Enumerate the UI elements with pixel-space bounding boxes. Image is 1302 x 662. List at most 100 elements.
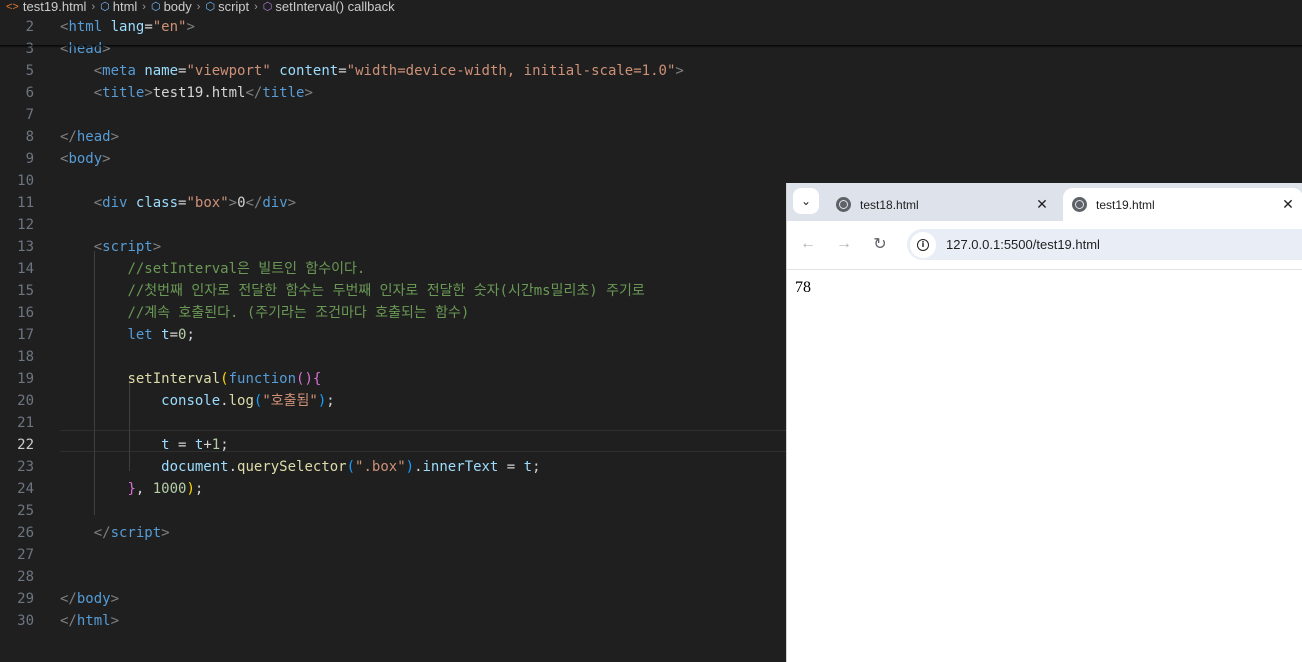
line-code: document.querySelector(".box").innerText… [60,456,541,478]
line-number: 23 [17,459,34,475]
code-line[interactable]: 3 <head> [0,38,1302,60]
code-line[interactable]: 7 [0,104,1302,126]
page-viewport: 78 [787,270,1302,662]
code-token: 1000 [152,481,187,497]
line-code: <meta name="viewport" content="width=dev… [60,60,684,82]
code-line[interactable]: 8 </head> [0,126,1302,148]
back-button[interactable]: ← [797,233,819,255]
line-number: 18 [17,349,34,365]
breadcrumb-file[interactable]: <> test19.html [0,0,86,14]
line-code: //첫번째 인자로 전달한 함수는 두번째 인자로 전달한 숫자(시간ms밀리초… [60,280,644,302]
tab-title: test18.html [860,197,919,212]
line-code: </html> [60,610,119,632]
globe-icon [836,197,851,212]
code-token: test19.html [152,85,246,101]
line-number: 13 [17,239,34,255]
cube-icon: ⬡ [262,1,273,13]
code-token: </ [245,195,263,211]
breadcrumb: <> test19.html › ⬡ html › ⬡ body › ⬡ scr… [0,0,1302,14]
browser-window: ⌄ test18.html ✕ test19.html ✕ ← → ↻ i 12… [786,183,1302,662]
code-line[interactable]: 9 <body> [0,148,1302,170]
code-token: "box" [186,195,229,211]
code-token: content [279,63,339,79]
chevron-right-icon: › [142,1,146,13]
line-code: //계속 호출된다. (주기라는 조건마다 호출되는 함수) [60,302,469,324]
close-icon[interactable]: ✕ [1279,196,1297,213]
url-text[interactable]: 127.0.0.1:5500/test19.html [946,237,1100,252]
code-token: setInterval [127,371,221,387]
breadcrumb-item-callback[interactable]: ⬡ setInterval() callback [263,0,395,14]
forward-button[interactable]: → [833,233,855,255]
code-token: head [76,129,111,145]
code-token: </ [93,525,111,541]
address-bar[interactable]: i 127.0.0.1:5500/test19.html [907,229,1302,260]
code-token: t [161,437,170,453]
html-file-icon: <> [6,1,19,13]
breadcrumb-item-html[interactable]: ⬡ html [100,0,137,14]
breadcrumb-item-script[interactable]: ⬡ script [205,0,249,14]
code-token: > [186,19,195,35]
code-token: "호출됨" [262,393,318,409]
reload-button[interactable]: ↻ [869,233,891,255]
code-token: console [161,393,221,409]
line-number: 17 [17,327,34,343]
code-token: t [161,327,170,343]
code-token: > [152,239,162,255]
line-code: let t=0; [60,324,194,346]
site-info-button[interactable]: i [910,231,936,258]
code-token: innerText [422,459,499,475]
line-code: //setInterval은 빌트인 함수이다. [60,258,365,280]
tab-test18[interactable]: test18.html ✕ [827,188,1057,221]
line-code: </script> [60,522,170,544]
code-token: < [93,195,103,211]
box-counter: 78 [795,279,811,296]
code-token: head [68,41,103,57]
code-token: } [127,481,136,497]
line-number: 5 [25,63,34,79]
code-line[interactable]: 5 <meta name="viewport" content="width=d… [0,60,1302,82]
close-icon[interactable]: ✕ [1033,196,1051,213]
code-token: //setInterval은 빌트인 함수이다. [127,261,366,277]
code-token: = [169,437,195,453]
code-token: ; [532,459,541,475]
code-token: . [414,459,423,475]
line-code: <script> [60,236,161,258]
line-number: 29 [17,591,34,607]
code-token: 1 [211,437,221,453]
code-token: > [110,613,120,629]
code-token: () [296,371,313,387]
breadcrumb-item-body[interactable]: ⬡ body [151,0,192,14]
code-token: </ [60,129,77,145]
line-number: 9 [25,151,34,167]
code-token: body [68,151,103,167]
line-number: 7 [25,107,34,123]
chevron-down-icon: ⌄ [800,194,812,208]
line-code: </head> [60,126,119,148]
code-token: = [144,19,153,35]
breadcrumb-item-label: script [218,0,250,14]
code-token: = [498,459,524,475]
reload-icon: ↻ [873,236,887,253]
code-line[interactable]: 6 <title>test19.html</title> [0,82,1302,104]
code-token: , [135,481,153,497]
code-token: > [110,129,120,145]
arrow-left-icon: ← [800,235,816,252]
code-token: let [127,327,153,343]
code-token: "viewport" [186,63,271,79]
code-token: title [102,85,145,101]
code-token: t [523,459,533,475]
code-line[interactable]: 2 <html lang="en"> [0,16,1302,38]
code-token: ; [220,437,229,453]
code-token: meta [102,63,136,79]
line-number: 8 [25,129,34,145]
breadcrumb-item-label: setInterval() callback [275,0,395,14]
tab-search-button[interactable]: ⌄ [793,188,819,214]
tab-test19[interactable]: test19.html ✕ [1063,188,1302,221]
line-number: 20 [17,393,34,409]
